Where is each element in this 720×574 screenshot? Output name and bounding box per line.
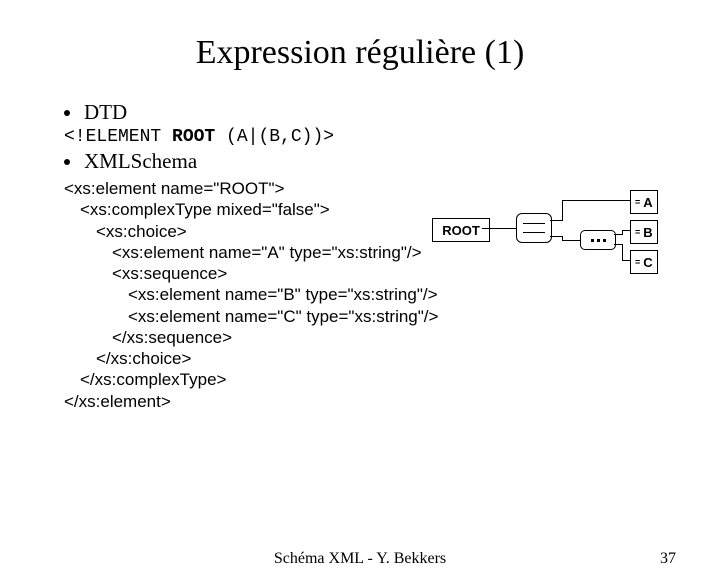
code-line: </xs:sequence> [64,327,660,348]
diagram-connector [550,220,562,221]
diagram-node-a: =A [630,190,658,214]
footer-author: Schéma XML - Y. Bekkers [274,550,446,568]
diagram-node-b: =B [630,220,658,244]
bullet-icon [64,110,70,116]
diagram-connector [622,230,630,231]
diagram-node-label: B [643,225,652,240]
code-line: <xs:element name="C" type="xs:string"/> [64,306,660,327]
diagram-node-label: A [643,195,652,210]
diagram-connector [562,200,563,221]
diagram-hint-icon: = [635,228,643,236]
bullet-xmlschema: XMLSchema [64,149,660,174]
diagram-connector [614,234,622,235]
diagram-node-label: C [643,255,652,270]
diagram-connector [614,244,622,245]
code-line: </xs:complexType> [64,369,660,390]
diagram-connector [562,200,630,201]
diagram-node-c: =C [630,250,658,274]
diagram-sequence-icon [580,230,616,250]
diagram-connector [622,244,623,260]
diagram-root-node: ROOT [432,218,490,242]
dtd-code-line: <!ELEMENT ROOT (A|(B,C))> [64,127,660,147]
diagram-hint-icon: = [635,198,643,206]
footer-page-number: 37 [660,550,676,568]
schema-diagram: ROOT =A =B =C [432,190,672,282]
code-line: </xs:choice> [64,348,660,369]
bullet-icon [64,159,70,165]
code-line: <xs:element name="B" type="xs:string"/> [64,284,660,305]
diagram-choice-icon [516,213,552,243]
bullet-dtd-label: DTD [84,100,127,125]
dtd-code-keyword: ROOT [172,127,215,147]
bullet-xmlschema-label: XMLSchema [84,149,197,174]
bullet-dtd: DTD [64,100,660,125]
diagram-connector [562,240,580,241]
diagram-connector [622,260,630,261]
diagram-hint-icon: = [635,258,643,266]
dtd-code-post: (A|(B,C))> [215,127,334,147]
dtd-code-pre: <!ELEMENT [64,127,172,147]
diagram-connector [550,236,562,237]
slide-title: Expression régulière (1) [0,34,720,72]
diagram-connector [482,228,516,229]
code-line: </xs:element> [64,391,660,412]
